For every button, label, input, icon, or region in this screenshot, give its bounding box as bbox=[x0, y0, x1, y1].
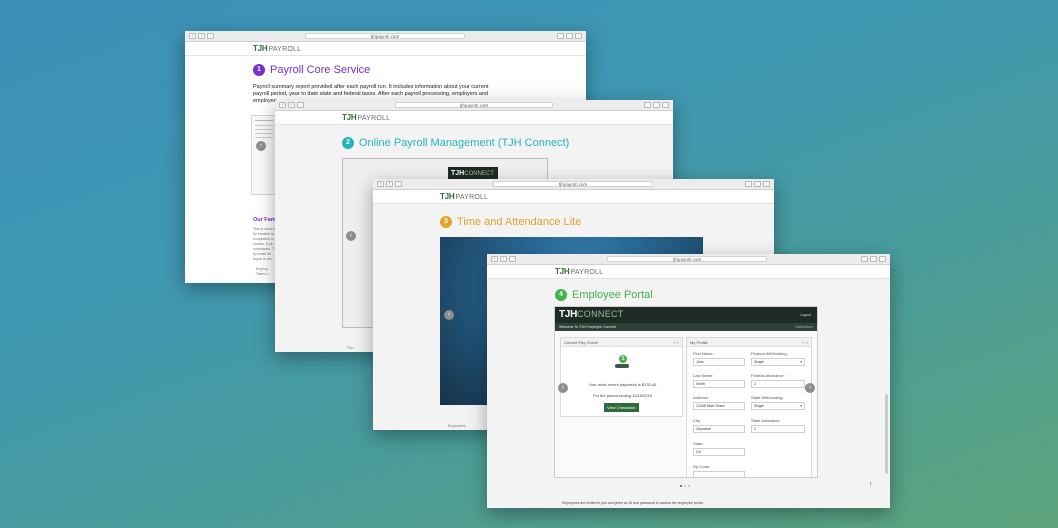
add-tab-icon[interactable] bbox=[879, 256, 886, 262]
tabs-icon[interactable] bbox=[566, 33, 573, 39]
add-tab-icon[interactable] bbox=[575, 33, 582, 39]
site-header: TJHPAYROLL bbox=[185, 42, 586, 56]
tabs-icon[interactable] bbox=[754, 181, 761, 187]
sidebar-icon[interactable] bbox=[509, 256, 516, 262]
view-checkstub-button[interactable]: View Checkstub bbox=[604, 403, 639, 412]
tjh-payroll-logo[interactable]: TJHPAYROLL bbox=[342, 113, 390, 122]
add-tab-icon[interactable] bbox=[763, 181, 770, 187]
address-bar[interactable]: tjhpayroll.com bbox=[395, 102, 553, 108]
forward-icon[interactable]: › bbox=[386, 181, 393, 187]
browser-toolbar: ‹ › tjhpayroll.com bbox=[487, 254, 890, 265]
carousel-dots[interactable] bbox=[680, 485, 690, 487]
back-icon[interactable]: ‹ bbox=[491, 256, 498, 262]
footer-note: Employees... bbox=[448, 424, 469, 428]
federal-withholding-select[interactable]: Single ▾ bbox=[751, 358, 805, 366]
chevron-down-icon: ▾ bbox=[800, 360, 802, 364]
city-field[interactable]: Cityname bbox=[693, 425, 745, 433]
address-bar[interactable]: tjhpayroll.com bbox=[305, 33, 465, 39]
sidebar-icon[interactable] bbox=[297, 102, 304, 108]
switch-user-link[interactable]: SwitchUser bbox=[795, 323, 813, 331]
scrollbar[interactable] bbox=[885, 394, 888, 474]
section-title: 1 Payroll Core Service bbox=[253, 64, 370, 76]
tjh-payroll-logo[interactable]: TJHPAYROLL bbox=[555, 267, 603, 276]
forward-icon[interactable]: › bbox=[500, 256, 507, 262]
portal-header: TJHCONNECT Logout bbox=[555, 307, 817, 323]
panel-header: Current Pay Check ˄ × bbox=[561, 338, 682, 347]
section-title: 3 Time and Attendance Lite bbox=[440, 216, 581, 228]
logout-link[interactable]: Logout bbox=[800, 313, 811, 317]
section-heading: Online Payroll Management (TJH Connect) bbox=[359, 137, 570, 149]
chevron-down-icon: ▾ bbox=[800, 404, 802, 408]
current-paycheck-panel: Current Pay Check ˄ × $ Your most recent … bbox=[560, 337, 683, 417]
carousel-prev-icon[interactable]: ‹ bbox=[346, 231, 356, 241]
state-withholding-select[interactable]: Single ▾ bbox=[751, 402, 805, 410]
carousel-next-icon[interactable]: › bbox=[805, 383, 815, 393]
section-number-badge: 3 bbox=[440, 216, 452, 228]
tabs-icon[interactable] bbox=[870, 256, 877, 262]
add-tab-icon[interactable] bbox=[662, 102, 669, 108]
section-heading: Payroll Core Service bbox=[270, 64, 371, 76]
tjh-connect-logo: TJHCONNECT bbox=[559, 309, 624, 320]
back-icon[interactable]: ‹ bbox=[377, 181, 384, 187]
carousel-prev-icon[interactable]: ‹ bbox=[558, 383, 568, 393]
portal-welcome-bar: Welcome To TJH Employee Connect SwitchUs… bbox=[555, 323, 817, 331]
section-number-badge: 2 bbox=[342, 137, 354, 149]
tabs-icon[interactable] bbox=[653, 102, 660, 108]
share-icon[interactable] bbox=[557, 33, 564, 39]
browser-toolbar: ‹ › tjhpayroll.com bbox=[275, 100, 673, 111]
paycheck-message: Your most recent paycheck is $133.45 bbox=[588, 382, 657, 387]
state-allowance-field[interactable]: 2 bbox=[751, 425, 805, 433]
forward-icon[interactable]: › bbox=[288, 102, 295, 108]
section-number-badge: 4 bbox=[555, 289, 567, 301]
share-icon[interactable] bbox=[861, 256, 868, 262]
footer-note: Employees are invited to join and given … bbox=[562, 501, 704, 505]
share-icon[interactable] bbox=[745, 181, 752, 187]
section-heading: Time and Attendance Lite bbox=[457, 216, 582, 228]
forward-icon[interactable]: › bbox=[198, 33, 205, 39]
money-hand-icon: $ bbox=[615, 355, 629, 369]
tjh-payroll-logo[interactable]: TJHPAYROLL bbox=[440, 192, 488, 201]
back-icon[interactable]: ‹ bbox=[279, 102, 286, 108]
site-header: TJHPAYROLL bbox=[487, 265, 890, 279]
my-profile-panel: My Profile ˄ × First Name: John Last Name… bbox=[686, 337, 812, 477]
section-title: 4 Employee Portal bbox=[555, 289, 653, 301]
site-header: TJHPAYROLL bbox=[275, 111, 673, 125]
address-field[interactable]: 12345 Main Street bbox=[693, 402, 745, 410]
last-name-field[interactable]: Smith bbox=[693, 380, 745, 388]
section-number-badge: 1 bbox=[253, 64, 265, 76]
section-heading: Employee Portal bbox=[572, 289, 653, 301]
employee-portal-preview: TJHCONNECT Logout Welcome To TJH Employe… bbox=[554, 306, 818, 478]
list-item: The... bbox=[347, 346, 356, 350]
sidebar-icon[interactable] bbox=[395, 181, 402, 187]
browser-toolbar: ‹ › tjhpayroll.com bbox=[185, 31, 586, 42]
browser-window-employee-portal: ‹ › tjhpayroll.com TJHPAYROLL 4 Employee … bbox=[487, 254, 890, 508]
carousel-prev-icon[interactable]: ‹ bbox=[444, 310, 454, 320]
federal-allowance-field[interactable]: 2 bbox=[751, 380, 805, 388]
carousel-prev-icon[interactable]: ‹ bbox=[256, 141, 266, 151]
zip-code-field[interactable] bbox=[693, 471, 745, 477]
report-preview bbox=[251, 115, 277, 195]
section-title: 2 Online Payroll Management (TJH Connect… bbox=[342, 137, 569, 149]
paycheck-period: For the period ending 10/15/2016 bbox=[592, 393, 653, 398]
collapse-icon[interactable]: ˄ × bbox=[673, 338, 679, 347]
first-name-field[interactable]: John bbox=[693, 358, 745, 366]
state-field[interactable]: CA bbox=[693, 448, 745, 456]
address-bar[interactable]: tjhpayroll.com bbox=[607, 256, 767, 262]
panel-header: My Profile ˄ × bbox=[687, 338, 811, 347]
browser-toolbar: ‹ › tjhpayroll.com bbox=[373, 179, 774, 190]
tjh-payroll-logo[interactable]: TJHPAYROLL bbox=[253, 44, 301, 53]
sidebar-icon[interactable] bbox=[207, 33, 214, 39]
share-icon[interactable] bbox=[644, 102, 651, 108]
collapse-icon[interactable]: ˄ × bbox=[802, 338, 808, 347]
site-header: TJHPAYROLL bbox=[373, 190, 774, 204]
scroll-to-top-icon[interactable]: ↑ bbox=[869, 481, 873, 488]
back-icon[interactable]: ‹ bbox=[189, 33, 196, 39]
address-bar[interactable]: tjhpayroll.com bbox=[493, 181, 653, 187]
